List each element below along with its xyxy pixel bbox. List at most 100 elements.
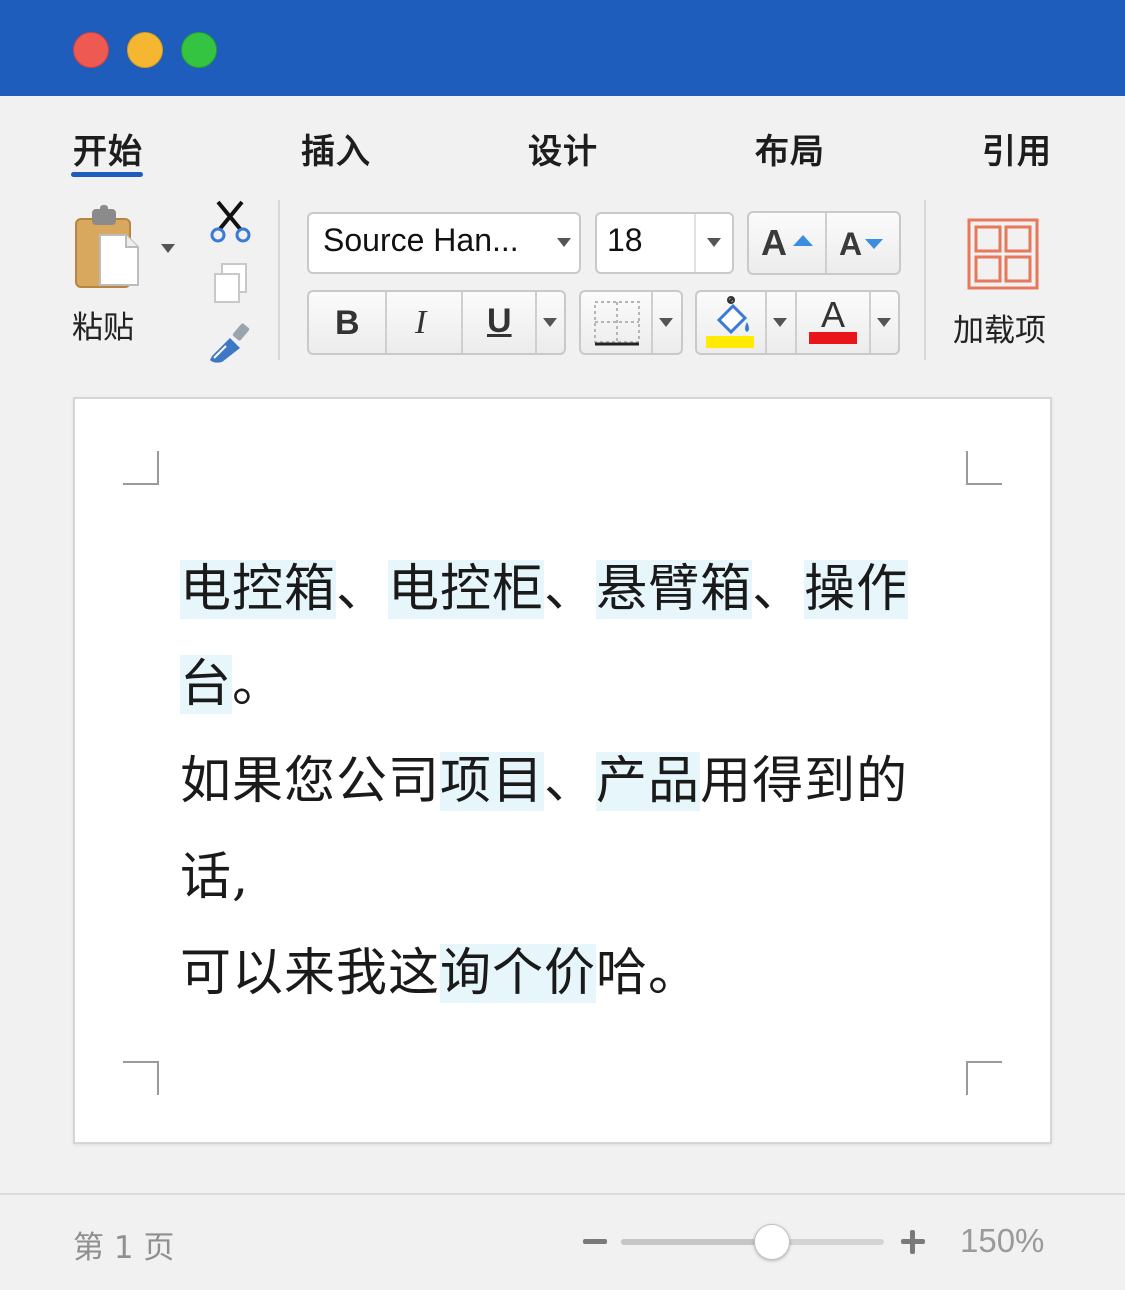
copy-icon — [214, 263, 247, 303]
document-line[interactable]: 话, — [180, 835, 249, 909]
cut-button[interactable] — [208, 200, 254, 244]
tab-design[interactable]: 设计 — [528, 124, 598, 173]
paintbrush-icon — [210, 323, 250, 363]
font-size-value: 18 — [607, 222, 643, 258]
underline-button[interactable]: U — [463, 292, 535, 353]
italic-button[interactable]: I — [387, 292, 461, 353]
shrink-font-button[interactable]: A — [827, 213, 899, 273]
highlight-caret-divider — [765, 292, 767, 353]
tab-references[interactable]: 引用 — [982, 124, 1052, 173]
ribbon-separator-2 — [924, 200, 926, 360]
font-size-adjust-group: A A — [747, 211, 901, 275]
zoom-slider-fill — [621, 1239, 771, 1245]
tab-home[interactable]: 开始 — [73, 124, 143, 173]
addins-button[interactable] — [966, 217, 1040, 291]
highlight-button[interactable] — [697, 292, 765, 353]
paste-icon — [75, 205, 139, 288]
borders-options-chevron-down-icon[interactable] — [659, 318, 673, 327]
document-text[interactable]: 、 — [544, 752, 596, 811]
tab-layout[interactable]: 布局 — [755, 124, 825, 173]
grow-font-button[interactable]: A — [749, 213, 825, 273]
document-line[interactable]: 台。 — [180, 642, 284, 716]
borders-group — [579, 290, 683, 355]
ribbon-tabs: 开始 插入 设计 布局 引用 — [0, 96, 1125, 192]
document-text[interactable]: 如果您公司 — [180, 752, 440, 811]
spell-highlight-text[interactable]: 询个价 — [440, 944, 597, 1003]
tab-insert[interactable]: 插入 — [301, 124, 371, 173]
font-color-glyph: A — [821, 294, 846, 335]
document-text[interactable]: 、 — [336, 560, 388, 619]
borders-button[interactable] — [581, 292, 651, 353]
margin-corner-bottom-right — [966, 1061, 1002, 1095]
document-line[interactable]: 电控箱、电控柜、悬臂箱、操作 — [180, 547, 909, 621]
minimize-window-button[interactable] — [127, 32, 163, 68]
underline-glyph: U — [487, 302, 512, 340]
spell-highlight-text[interactable]: 操作 — [804, 560, 909, 619]
paste-label: 粘贴 — [72, 310, 134, 346]
font-name-chevron-down-icon[interactable] — [557, 238, 571, 247]
spell-highlight-text[interactable]: 产品 — [596, 752, 701, 811]
bold-button[interactable]: B — [309, 292, 385, 353]
font-name-combobox[interactable]: Source Han... — [307, 212, 581, 274]
addins-label: 加载项 — [953, 313, 1046, 349]
document-line[interactable]: 可以来我这询个价哈。 — [180, 931, 700, 1005]
document-text[interactable]: 话, — [180, 848, 249, 907]
document-text[interactable]: 、 — [544, 560, 596, 619]
zoom-window-button[interactable] — [181, 32, 217, 68]
underline-options-chevron-down-icon[interactable] — [543, 318, 557, 327]
underline-caret-divider — [535, 292, 537, 353]
highlight-color-swatch — [706, 336, 754, 348]
ribbon-separator — [278, 200, 280, 360]
spell-highlight-text[interactable]: 项目 — [440, 752, 545, 811]
color-group: A — [695, 290, 900, 355]
copy-button[interactable] — [212, 262, 252, 304]
document-page[interactable]: 电控箱、电控柜、悬臂箱、操作 台。 如果您公司项目、产品用得到的 话, 可以来我这询个价… — [73, 397, 1052, 1144]
title-bar — [0, 0, 1125, 96]
borders-icon — [594, 301, 640, 346]
spell-highlight-text[interactable]: 电控柜 — [388, 560, 545, 619]
paste-button[interactable] — [70, 205, 160, 295]
grow-font-glyph: A — [761, 222, 787, 263]
font-size-combobox[interactable]: 18 — [595, 212, 734, 274]
page-indicator: 第 1 页 — [73, 1230, 175, 1266]
margin-corner-top-right — [966, 451, 1002, 485]
borders-caret-divider — [651, 292, 653, 353]
format-painter-button[interactable] — [206, 322, 256, 364]
document-text[interactable]: 可以来我这 — [180, 944, 440, 1003]
spell-highlight-text[interactable]: 电控箱 — [180, 560, 337, 619]
margin-corner-bottom-left — [123, 1061, 159, 1095]
font-color-options-chevron-down-icon[interactable] — [877, 318, 891, 327]
document-text[interactable]: 用得到的 — [700, 752, 908, 811]
margin-corner-top-left — [123, 451, 159, 485]
fontcolor-caret-divider — [869, 292, 871, 353]
triangle-down-icon — [865, 239, 883, 249]
scissors-icon — [210, 200, 251, 243]
text-style-group: B I U — [307, 290, 566, 355]
document-text[interactable]: 、 — [752, 560, 804, 619]
bold-glyph: B — [335, 304, 360, 342]
paste-options-chevron-down-icon[interactable] — [161, 244, 175, 253]
zoom-percentage[interactable]: 150% — [960, 1222, 1044, 1260]
document-text[interactable]: 哈。 — [596, 944, 700, 1003]
zoom-slider-track[interactable] — [621, 1239, 884, 1245]
zoom-out-minus-icon[interactable] — [583, 1239, 607, 1244]
font-color-swatch — [809, 332, 857, 344]
zoom-slider-thumb[interactable] — [753, 1224, 790, 1260]
triangle-up-icon — [793, 235, 813, 246]
italic-glyph: I — [415, 304, 427, 341]
font-size-divider — [694, 214, 696, 272]
font-name-value: Source Han... — [323, 222, 519, 258]
highlight-bucket-icon — [706, 296, 754, 348]
document-text[interactable]: 。 — [232, 655, 284, 714]
font-size-chevron-down-icon[interactable] — [707, 238, 721, 247]
highlight-options-chevron-down-icon[interactable] — [773, 318, 787, 327]
spell-highlight-text[interactable]: 悬臂箱 — [596, 560, 753, 619]
addins-grid-icon — [967, 218, 1039, 290]
close-window-button[interactable] — [73, 32, 109, 68]
spell-highlight-text[interactable]: 台 — [180, 655, 233, 714]
document-line[interactable]: 如果您公司项目、产品用得到的 — [180, 739, 908, 813]
status-bar-divider — [0, 1193, 1125, 1195]
zoom-in-plus-icon-vertical[interactable] — [910, 1230, 915, 1254]
shrink-font-glyph: A — [839, 226, 863, 262]
font-color-button[interactable]: A — [797, 292, 869, 353]
